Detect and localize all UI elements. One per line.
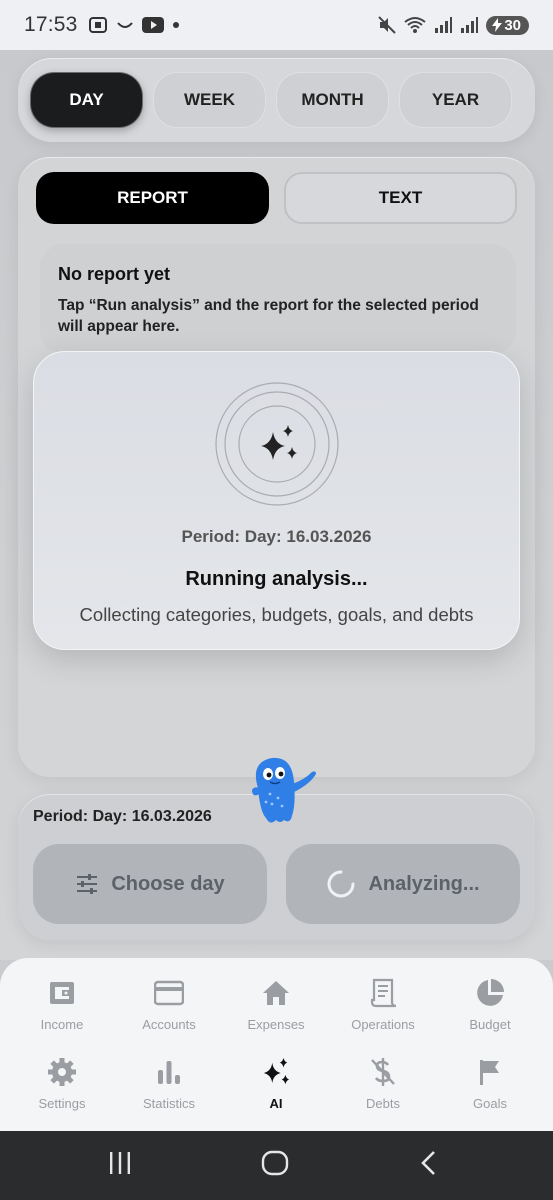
smile-icon [116, 22, 133, 28]
nav-label-income: Income [40, 1017, 84, 1032]
choose-day-label: Choose day [111, 872, 225, 895]
wifi-icon [404, 17, 426, 33]
nav-label-debts: Debts [366, 1096, 400, 1111]
nav-item-ai[interactable]: AI [221, 1057, 331, 1127]
pie-chart-icon [475, 978, 505, 1008]
empty-report-panel: No report yet Tap “Run analysis” and the… [40, 244, 516, 354]
analysis-title: Running analysis... [185, 568, 368, 590]
nav-label-expenses: Expenses [247, 1017, 305, 1032]
home-button-icon[interactable] [261, 1149, 289, 1177]
nav-label-operations: Operations [351, 1017, 415, 1032]
empty-report-title: No report yet [58, 264, 171, 284]
receipt-icon [368, 978, 398, 1008]
sparkles-icon [261, 425, 297, 460]
text-toggle-button[interactable]: TEXT [284, 172, 517, 224]
tab-week[interactable]: WEEK [153, 72, 266, 128]
nav-item-debts[interactable]: Debts [328, 1057, 438, 1127]
home-icon [261, 978, 291, 1008]
period-tabs: DAY WEEK MONTH YEAR [18, 58, 535, 142]
nav-item-accounts[interactable]: Accounts [114, 978, 224, 1048]
system-navigation-bar [0, 1131, 553, 1200]
nav-item-expenses[interactable]: Expenses [221, 978, 331, 1048]
mascot-image [252, 757, 316, 823]
nav-item-budget[interactable]: Budget [435, 978, 545, 1048]
nav-label-budget: Budget [469, 1017, 511, 1032]
nav-item-goals[interactable]: Goals [435, 1057, 545, 1127]
sliders-icon [77, 874, 98, 894]
nav-item-operations[interactable]: Operations [328, 978, 438, 1048]
analysis-overlay: Period: Day: 16.03.2026 Running analysis… [33, 351, 520, 650]
dot-icon [172, 22, 179, 28]
youtube-icon [141, 17, 164, 33]
recent-apps-icon[interactable] [108, 1149, 132, 1177]
spinner-icon [327, 870, 355, 898]
analysis-progress-rings [215, 382, 339, 506]
selected-period-label: Period: Day: 16.03.2026 [33, 808, 212, 825]
back-icon[interactable] [418, 1149, 440, 1177]
analysis-period: Period: Day: 16.03.2026 [181, 527, 372, 546]
analysis-subtitle: Collecting categories, budgets, goals, a… [79, 604, 474, 625]
sparkles-icon [261, 1057, 291, 1087]
gear-icon [47, 1057, 77, 1087]
battery-indicator: 30 [486, 15, 529, 35]
battery-level: 30 [504, 16, 521, 34]
credit-card-icon [154, 978, 184, 1008]
nav-label-ai: AI [269, 1096, 283, 1111]
report-toggle-button[interactable]: REPORT [36, 172, 269, 224]
nav-label-statistics: Statistics [142, 1096, 195, 1111]
tab-year[interactable]: YEAR [399, 72, 512, 128]
analyzing-label: Analyzing... [368, 872, 480, 895]
mute-icon [378, 16, 397, 34]
screenshot-icon [88, 17, 107, 33]
analyzing-button[interactable]: Analyzing... [286, 844, 520, 924]
nav-item-settings[interactable]: Settings [7, 1057, 117, 1127]
status-bar: 17:53 30 [0, 0, 553, 50]
flag-icon [475, 1057, 505, 1087]
dollar-crossed-icon [368, 1057, 398, 1087]
nav-label-goals: Goals [473, 1096, 507, 1111]
battery-charging-icon [492, 18, 503, 32]
tab-day[interactable]: DAY [30, 72, 143, 128]
nav-label-accounts: Accounts [142, 1017, 196, 1032]
signal-icon [435, 17, 453, 33]
nav-item-statistics[interactable]: Statistics [114, 1057, 224, 1127]
empty-report-body: Tap “Run analysis” and the report for th… [58, 297, 479, 335]
status-time: 17:53 [24, 13, 78, 36]
signal-icon-2 [461, 17, 479, 33]
tab-month[interactable]: MONTH [276, 72, 389, 128]
wallet-icon [47, 978, 77, 1008]
choose-day-button[interactable]: Choose day [33, 844, 267, 924]
bottom-navigation: Income Accounts Expenses Operations Budg… [0, 958, 553, 1132]
nav-label-settings: Settings [38, 1096, 86, 1111]
nav-item-income[interactable]: Income [7, 978, 117, 1048]
bar-chart-icon [154, 1057, 184, 1087]
